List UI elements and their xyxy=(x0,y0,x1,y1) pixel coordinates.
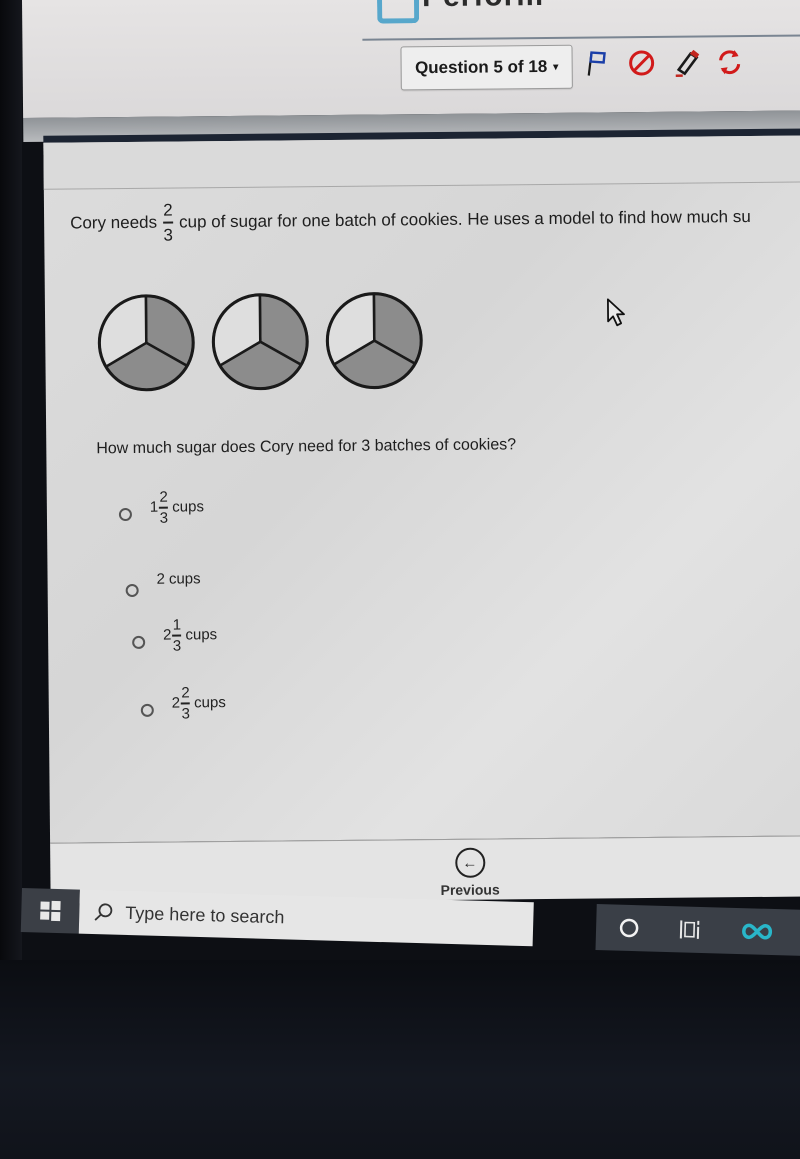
choice-whole: 1 xyxy=(149,498,159,517)
desk-background xyxy=(0,960,800,1159)
answer-choice-3[interactable]: 2 1 3 cups xyxy=(132,616,218,655)
question-stem: Cory needs 2 3 cup of sugar for one batc… xyxy=(70,196,751,245)
highlighter-button[interactable] xyxy=(670,47,700,77)
mouse-cursor-icon xyxy=(607,298,625,327)
question-tools xyxy=(582,47,744,79)
brand-name: Perform xyxy=(422,0,544,14)
fraction-numerator: 2 xyxy=(181,684,190,702)
fraction-models xyxy=(95,289,426,394)
question-nav-dropdown[interactable]: Question 5 of 18 ▾ xyxy=(400,44,573,91)
screen: Perform Question 5 of 18 ▾ xyxy=(22,0,800,990)
choice-unit: cups xyxy=(172,498,204,516)
fraction-denominator: 3 xyxy=(159,509,169,527)
fraction-numerator: 2 xyxy=(159,488,168,506)
flag-button[interactable] xyxy=(582,48,612,78)
answer-choice-1[interactable]: 1 2 3 cups xyxy=(118,488,204,527)
fraction-bar xyxy=(181,702,191,705)
taskbar-tray xyxy=(595,904,800,958)
choice-whole: 2 xyxy=(171,694,181,712)
pie-model-3 xyxy=(325,292,423,390)
radio-button[interactable] xyxy=(125,583,139,598)
header-divider xyxy=(362,34,800,41)
choice-whole: 2 xyxy=(163,626,172,644)
fraction-denominator: 3 xyxy=(163,225,174,245)
previous-label: Previous xyxy=(440,881,500,899)
highlighter-icon xyxy=(675,49,700,77)
eliminate-button[interactable] xyxy=(626,48,656,78)
fraction-bar xyxy=(172,634,182,637)
search-placeholder: Type here to search xyxy=(125,902,285,927)
search-icon xyxy=(94,903,113,921)
eliminate-icon xyxy=(629,50,655,76)
fraction-bar xyxy=(163,221,174,224)
fraction-numerator: 1 xyxy=(172,616,182,634)
previous-button[interactable]: ← Previous xyxy=(440,847,500,898)
fraction-bar xyxy=(159,506,169,509)
choice-unit: cups xyxy=(168,570,201,588)
stem-fraction: 2 3 xyxy=(163,200,174,245)
choice-whole: 2 xyxy=(156,570,165,588)
question-nav-label: Question 5 of 18 xyxy=(414,56,548,78)
choice-fraction: 2 3 xyxy=(159,488,169,527)
fraction-numerator: 2 xyxy=(163,200,173,220)
choice-fraction: 1 3 xyxy=(172,616,182,655)
windows-start-icon xyxy=(40,900,61,922)
choice-fraction: 2 3 xyxy=(181,684,191,723)
brand-logo-icon xyxy=(376,0,420,24)
stem-text-after: cup of sugar for one batch of cookies. H… xyxy=(178,206,751,232)
radio-button[interactable] xyxy=(118,508,133,522)
question-subheader xyxy=(43,135,800,190)
question-prompt: How much sugar does Cory need for 3 batc… xyxy=(96,436,517,458)
radio-button[interactable] xyxy=(140,704,154,718)
fraction-denominator: 3 xyxy=(172,637,182,655)
answer-choice-2[interactable]: 2 cups xyxy=(125,561,201,598)
app-infinity-icon[interactable] xyxy=(740,920,775,943)
task-view-icon[interactable] xyxy=(678,918,703,941)
cortana-icon[interactable] xyxy=(618,917,641,940)
stem-text-before: Cory needs xyxy=(70,212,158,233)
flag-icon xyxy=(587,51,606,76)
question-panel: Cory needs 2 3 cup of sugar for one batc… xyxy=(43,135,800,843)
choice-unit: cups xyxy=(194,694,226,712)
radio-button[interactable] xyxy=(132,636,146,650)
app-header: Perform Question 5 of 18 ▾ xyxy=(22,0,800,118)
start-button[interactable] xyxy=(20,888,80,934)
pie-model-2 xyxy=(211,293,309,391)
fraction-denominator: 3 xyxy=(181,704,190,723)
answer-choice-4[interactable]: 2 2 3 cups xyxy=(140,684,226,723)
chevron-down-icon: ▾ xyxy=(553,61,559,73)
refresh-icon xyxy=(719,50,741,75)
choice-unit: cups xyxy=(185,626,218,644)
arrow-left-icon: ← xyxy=(454,847,486,878)
refresh-button[interactable] xyxy=(714,47,744,77)
pie-model-1 xyxy=(97,294,195,392)
